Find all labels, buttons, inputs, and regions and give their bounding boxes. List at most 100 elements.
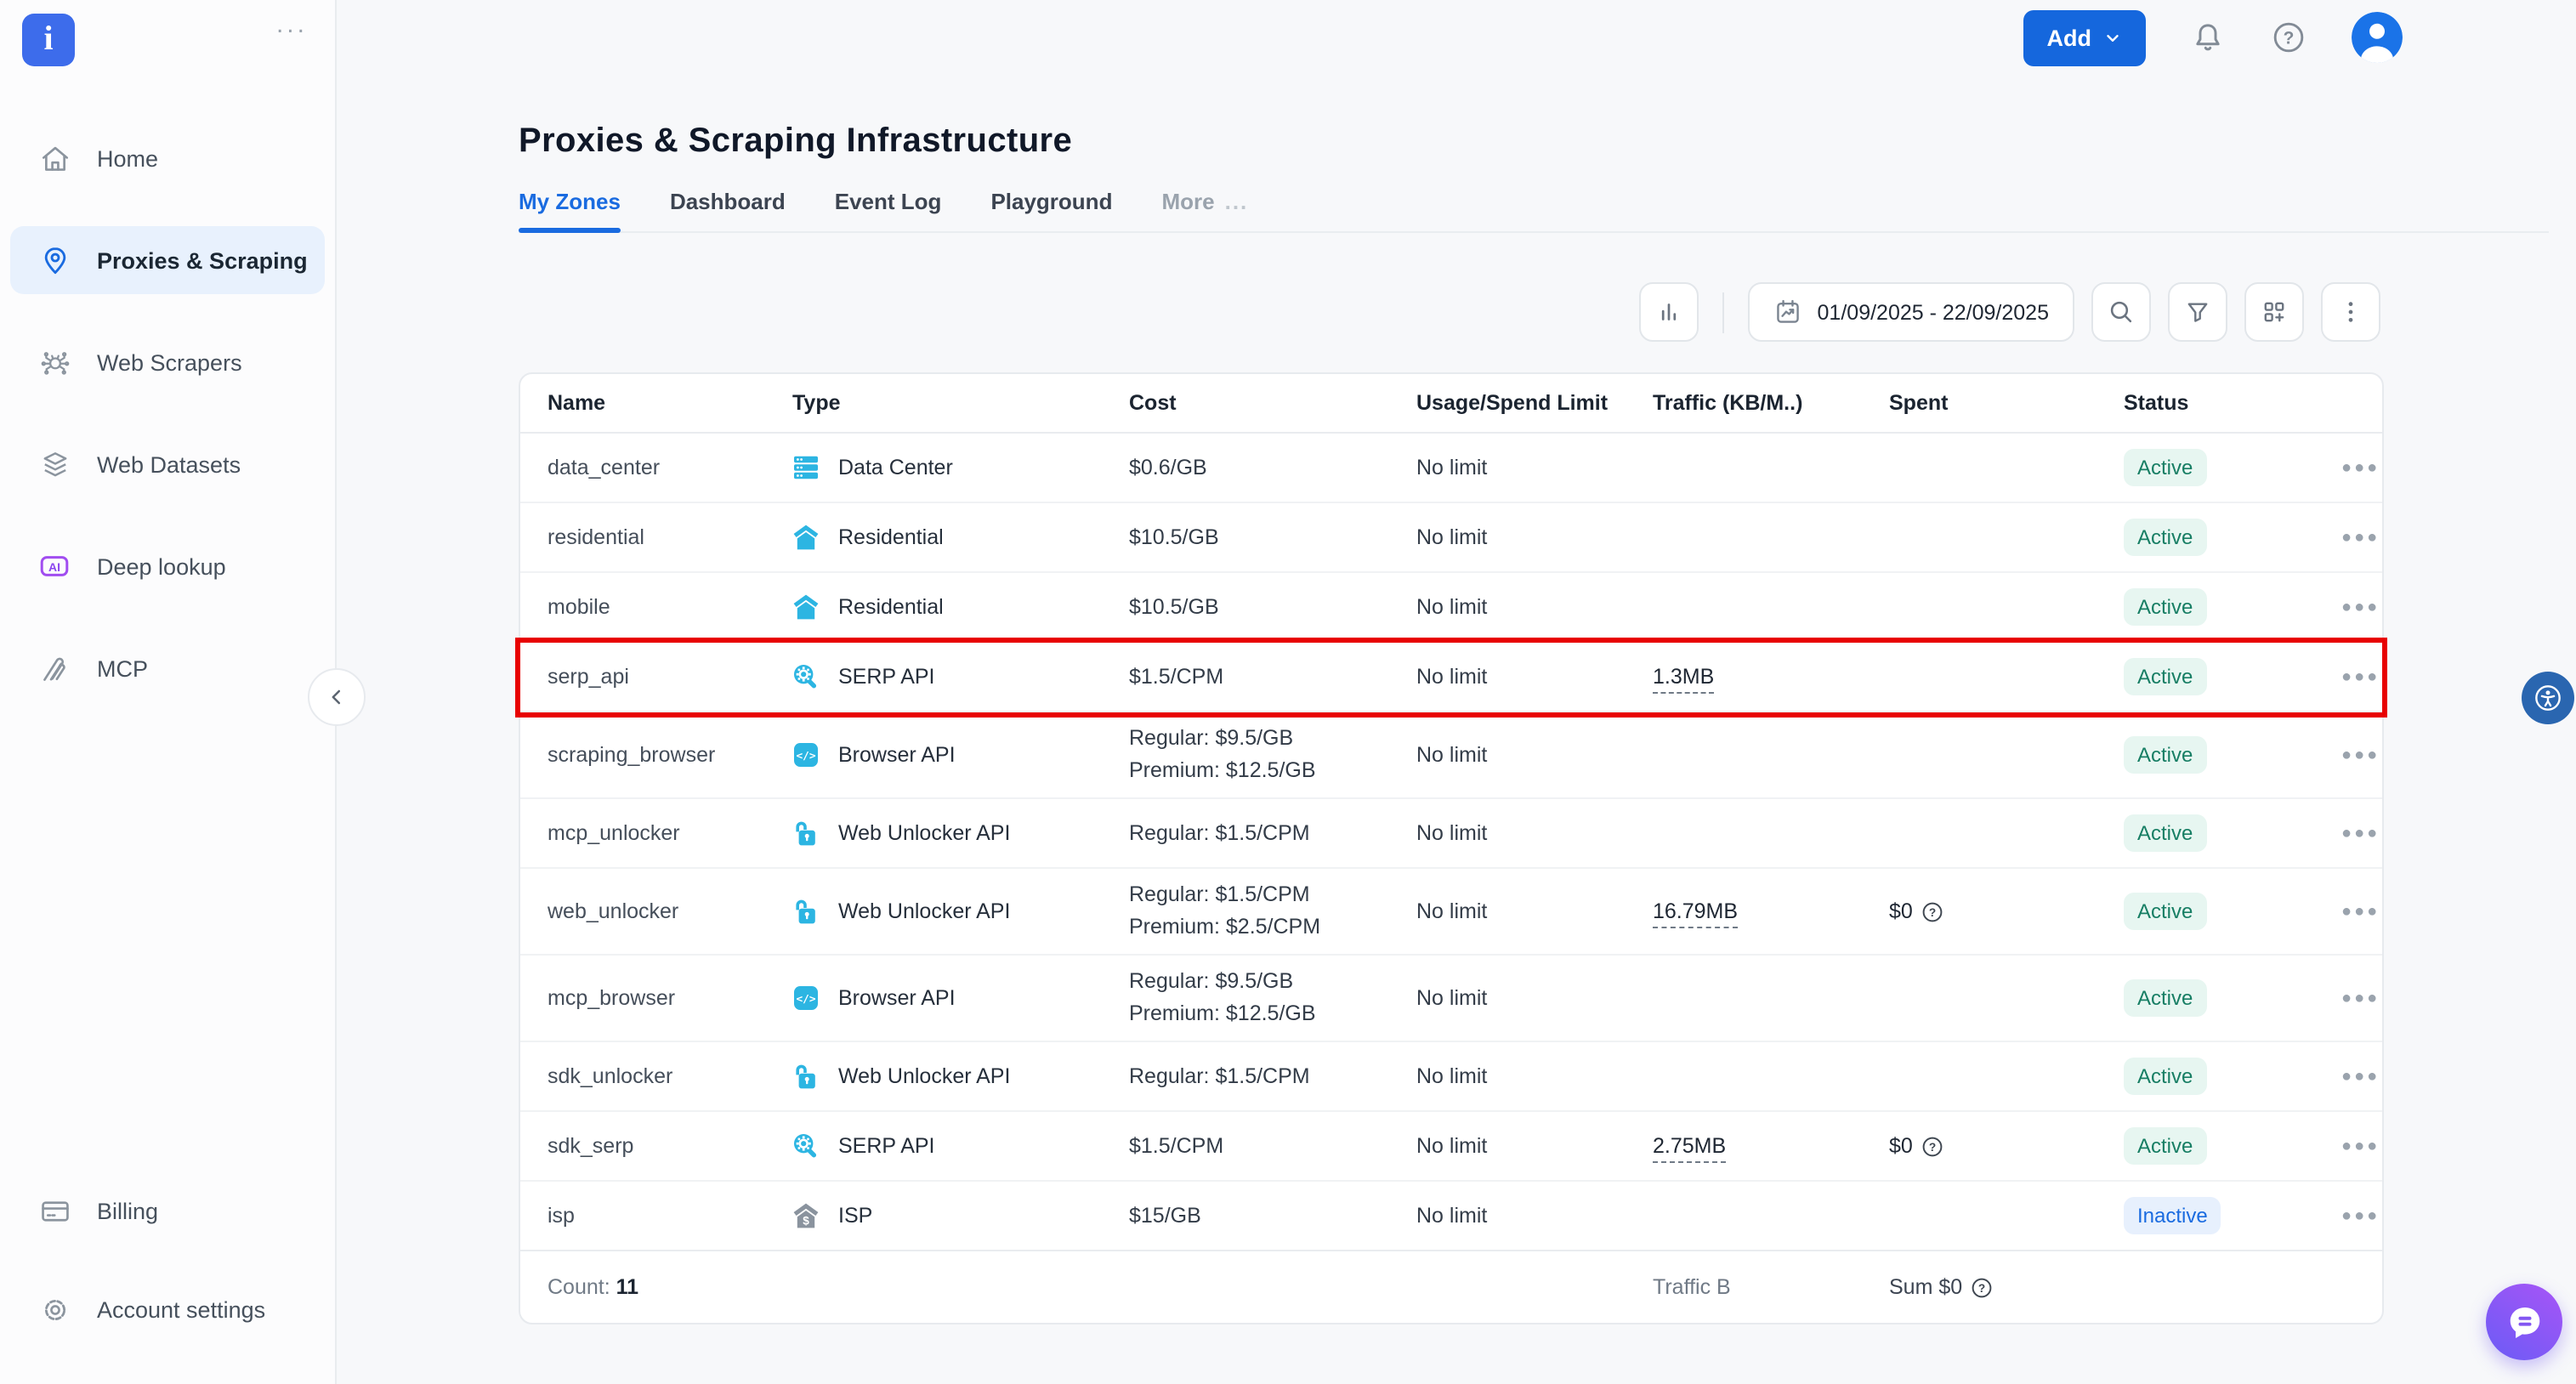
sidebar: i ... Home Proxies & Scraping Web Scrapers… bbox=[0, 0, 337, 1384]
tab-my-zones[interactable]: My Zones bbox=[519, 189, 621, 231]
datacenter-icon bbox=[792, 454, 820, 481]
table-row[interactable]: mcp_unlocker Web Unlocker API Regular: $… bbox=[520, 799, 2382, 869]
zone-name: data_center bbox=[548, 456, 792, 479]
filter-button[interactable] bbox=[2168, 282, 2227, 342]
zone-cost: Regular: $1.5/CPMPremium: $2.5/CPM bbox=[1129, 879, 1416, 944]
col-header-limit: Usage/Spend Limit bbox=[1416, 391, 1653, 415]
help-icon[interactable]: ? bbox=[2270, 19, 2307, 56]
zone-cost: Regular: $1.5/CPM bbox=[1129, 1063, 1416, 1090]
row-actions-button[interactable]: ●●● bbox=[2331, 982, 2390, 1014]
zone-type-label: Web Unlocker API bbox=[838, 1064, 1010, 1088]
svg-text:?: ? bbox=[1978, 1281, 1985, 1294]
sidebar-item-account-settings[interactable]: Account settings bbox=[10, 1275, 325, 1343]
sidebar-item-web-datasets[interactable]: Web Datasets bbox=[10, 430, 325, 498]
tab-event-log[interactable]: Event Log bbox=[835, 189, 942, 231]
zone-name: residential bbox=[548, 525, 792, 549]
table-row[interactable]: sdk_serp SERP API $1.5/CPM No limit 2.75… bbox=[520, 1112, 2382, 1182]
zone-name: web_unlocker bbox=[548, 899, 792, 923]
table-row[interactable]: web_unlocker Web Unlocker API Regular: $… bbox=[520, 869, 2382, 956]
row-actions-button[interactable]: ●●● bbox=[2331, 739, 2390, 771]
search-icon bbox=[2107, 298, 2136, 326]
chat-bubble-icon bbox=[2504, 1302, 2545, 1342]
sidebar-item-mcp[interactable]: MCP bbox=[10, 634, 325, 702]
date-range-picker[interactable]: 01/09/2025 - 22/09/2025 bbox=[1748, 282, 2074, 342]
row-actions-button[interactable]: ●●● bbox=[2331, 591, 2390, 623]
sidebar-item-web-scrapers[interactable]: Web Scrapers bbox=[10, 328, 325, 396]
zone-type-label: Browser API bbox=[838, 743, 956, 767]
row-actions-button[interactable]: ●●● bbox=[2331, 1200, 2390, 1232]
sidebar-item-home[interactable]: Home bbox=[10, 124, 325, 192]
zone-cost: Regular: $1.5/CPM bbox=[1129, 820, 1416, 847]
table-row[interactable]: residential Residential $10.5/GB No limi… bbox=[520, 503, 2382, 573]
add-button[interactable]: Add bbox=[2023, 9, 2147, 65]
table-toolbar: 01/09/2025 - 22/09/2025 bbox=[519, 282, 2380, 342]
status-badge: Active bbox=[2124, 1058, 2206, 1095]
traffic-value[interactable]: 16.79MB bbox=[1653, 899, 1738, 928]
columns-settings-button[interactable] bbox=[2244, 282, 2304, 342]
row-actions-button[interactable]: ●●● bbox=[2331, 661, 2390, 693]
layers-icon bbox=[37, 447, 71, 481]
table-row[interactable]: sdk_unlocker Web Unlocker API Regular: $… bbox=[520, 1042, 2382, 1112]
zone-limit: No limit bbox=[1416, 1064, 1653, 1088]
serp-search-icon bbox=[792, 1132, 820, 1160]
search-button[interactable] bbox=[2091, 282, 2151, 342]
tab-more[interactable]: More... bbox=[1161, 189, 1248, 231]
chart-view-button[interactable] bbox=[1639, 282, 1699, 342]
status-badge: Active bbox=[2124, 449, 2206, 486]
table-row[interactable]: data_center Data Center $0.6/GB No limit… bbox=[520, 434, 2382, 503]
row-actions-button[interactable]: ●●● bbox=[2331, 895, 2390, 927]
zone-name: sdk_unlocker bbox=[548, 1064, 792, 1088]
traffic-value[interactable]: 2.75MB bbox=[1653, 1134, 1726, 1163]
main-content: Proxies & Scraping Infrastructure My Zon… bbox=[335, 75, 2576, 1324]
col-header-cost: Cost bbox=[1129, 391, 1416, 415]
row-actions-button[interactable]: ●●● bbox=[2331, 451, 2390, 484]
table-row[interactable]: mcp_browser </>Browser API Regular: $9.5… bbox=[520, 956, 2382, 1042]
table-row[interactable]: scraping_browser </>Browser API Regular:… bbox=[520, 712, 2382, 799]
user-avatar[interactable] bbox=[2352, 12, 2403, 63]
accessibility-button[interactable] bbox=[2522, 672, 2574, 724]
question-circle-icon[interactable]: ? bbox=[1921, 900, 1943, 922]
table-body: data_center Data Center $0.6/GB No limit… bbox=[520, 434, 2382, 1251]
zones-table: Name Type Cost Usage/Spend Limit Traffic… bbox=[519, 372, 2384, 1324]
sidebar-menu-dots-icon[interactable]: ... bbox=[276, 10, 308, 39]
row-actions-button[interactable]: ●●● bbox=[2331, 1130, 2390, 1162]
row-actions-button[interactable]: ●●● bbox=[2331, 817, 2390, 849]
traffic-value[interactable]: 1.3MB bbox=[1653, 665, 1714, 694]
row-count: Count: 11 bbox=[548, 1275, 1129, 1299]
sidebar-item-label: Web Datasets bbox=[97, 451, 241, 477]
col-header-name: Name bbox=[548, 391, 792, 415]
brand-logo[interactable]: i bbox=[22, 14, 75, 66]
row-actions-button[interactable]: ●●● bbox=[2331, 1060, 2390, 1092]
notifications-bell-icon[interactable] bbox=[2190, 20, 2226, 55]
status-badge: Active bbox=[2124, 893, 2206, 930]
sidebar-item-deep-lookup[interactable]: AIDeep lookup bbox=[10, 532, 325, 600]
calendar-icon bbox=[1773, 298, 1802, 326]
sidebar-item-label: Account settings bbox=[97, 1296, 265, 1322]
zone-name: mcp_unlocker bbox=[548, 821, 792, 845]
row-actions-button[interactable]: ●●● bbox=[2331, 521, 2390, 553]
question-circle-icon[interactable]: ? bbox=[1921, 1135, 1943, 1157]
svg-text:?: ? bbox=[1929, 1140, 1936, 1153]
table-row[interactable]: mobile Residential $10.5/GB No limit Act… bbox=[520, 573, 2382, 643]
credit-card-icon bbox=[37, 1194, 71, 1228]
chat-widget-button[interactable] bbox=[2486, 1284, 2562, 1360]
table-header-row: Name Type Cost Usage/Spend Limit Traffic… bbox=[520, 374, 2382, 434]
sidebar-item-proxies-scraping[interactable]: Proxies & Scraping bbox=[10, 226, 325, 294]
more-options-button[interactable] bbox=[2321, 282, 2380, 342]
status-badge: Inactive bbox=[2124, 1197, 2221, 1234]
col-header-type: Type bbox=[792, 391, 1129, 415]
table-row[interactable]: serp_api SERP API $1.5/CPM No limit 1.3M… bbox=[520, 643, 2382, 712]
sidebar-item-billing[interactable]: Billing bbox=[10, 1177, 325, 1245]
question-circle-icon[interactable]: ? bbox=[1971, 1276, 1993, 1298]
tab-playground[interactable]: Playground bbox=[990, 189, 1112, 231]
tab-dashboard[interactable]: Dashboard bbox=[670, 189, 786, 231]
zone-cost: $10.5/GB bbox=[1129, 593, 1416, 621]
zone-cost: $0.6/GB bbox=[1129, 454, 1416, 481]
sidebar-item-label: Web Scrapers bbox=[97, 349, 242, 375]
browser-code-icon: </> bbox=[792, 741, 820, 769]
zone-name: isp bbox=[548, 1204, 792, 1228]
svg-text:?: ? bbox=[1929, 905, 1936, 918]
table-row[interactable]: isp $ISP $15/GB No limit Inactive ●●● bbox=[520, 1182, 2382, 1251]
sidebar-collapse-button[interactable] bbox=[308, 668, 366, 726]
brand-logo-letter: i bbox=[43, 20, 53, 60]
